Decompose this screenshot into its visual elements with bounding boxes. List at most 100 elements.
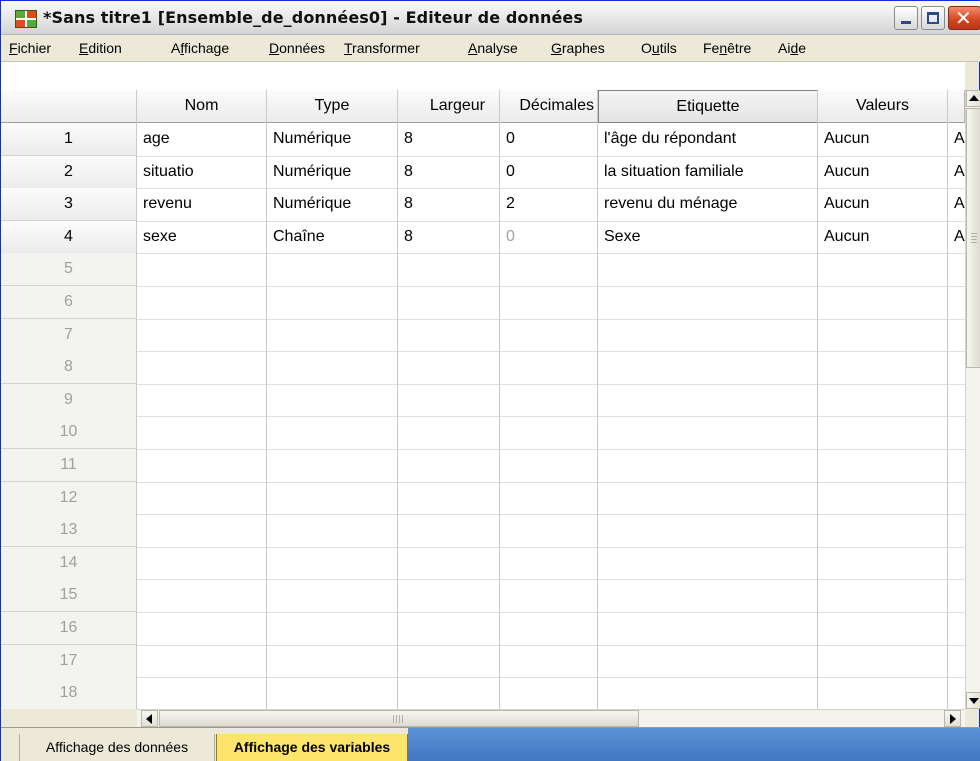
cell-valeurs[interactable]: Aucun xyxy=(818,221,948,254)
row-number[interactable]: 10 xyxy=(1,416,137,450)
menu-edition[interactable]: Edition xyxy=(79,40,122,56)
row-number[interactable]: 12 xyxy=(1,481,137,515)
row-divider xyxy=(1,286,965,287)
cell-type[interactable]: Numérique xyxy=(267,123,398,156)
tab-data-view[interactable]: Affichage des données xyxy=(19,734,215,761)
cell-largeur[interactable]: 8 xyxy=(398,123,500,156)
menu-fichier[interactable]: Fichier xyxy=(9,40,51,56)
column-divider xyxy=(817,90,818,709)
cell-manquant[interactable]: A xyxy=(948,123,965,156)
close-icon: ✕ xyxy=(955,6,972,30)
arrow-down-icon xyxy=(969,698,979,704)
column-divider xyxy=(947,90,948,709)
grip-icon xyxy=(971,233,977,243)
cell-manquant[interactable]: A xyxy=(948,221,965,254)
minimize-button[interactable] xyxy=(894,6,918,30)
scroll-corner xyxy=(1,709,137,727)
col-header-valeurs[interactable]: Valeurs xyxy=(818,90,948,123)
scroll-left-button[interactable] xyxy=(141,710,158,727)
menu-outils[interactable]: Outils xyxy=(641,40,677,56)
cell-manquant[interactable]: A xyxy=(948,156,965,189)
row-divider xyxy=(1,351,965,353)
close-button[interactable]: ✕ xyxy=(948,6,980,30)
cell-largeur[interactable]: 8 xyxy=(398,156,500,189)
menu-aide[interactable]: Aide xyxy=(778,40,806,56)
col-header-largeur[interactable]: Largeur xyxy=(398,90,500,123)
col-header-nom[interactable]: Nom xyxy=(137,90,267,123)
tab-bar-fill xyxy=(408,728,980,761)
row-number[interactable]: 2 xyxy=(1,155,137,189)
row-number[interactable]: 11 xyxy=(1,449,137,482)
cell-nom[interactable]: revenu xyxy=(137,188,267,221)
col-header-manquant[interactable] xyxy=(948,90,965,123)
row-divider xyxy=(1,677,965,679)
cell-valeurs[interactable]: Aucun xyxy=(818,156,948,189)
row-number[interactable]: 6 xyxy=(1,286,137,319)
row-divider xyxy=(1,416,965,418)
row-number[interactable]: 15 xyxy=(1,579,137,613)
scroll-up-button[interactable] xyxy=(966,90,980,107)
minimize-icon xyxy=(901,21,911,24)
cell-etiquette[interactable]: Sexe xyxy=(598,221,818,254)
maximize-icon xyxy=(927,12,939,24)
cell-decimales[interactable]: 0 xyxy=(500,123,598,156)
cell-largeur[interactable]: 8 xyxy=(398,221,500,254)
col-header-decimales[interactable]: Décimales xyxy=(500,90,598,123)
row-number[interactable]: 3 xyxy=(1,188,137,222)
cell-largeur[interactable]: 8 xyxy=(398,188,500,221)
row-number[interactable]: 8 xyxy=(1,351,137,385)
horizontal-scrollbar[interactable] xyxy=(137,709,965,727)
cell-valeurs[interactable]: Aucun xyxy=(818,188,948,221)
menu-graphes[interactable]: Graphes xyxy=(551,40,605,56)
title-bar[interactable]: *Sans titre1 [Ensemble_de_données0] - Ed… xyxy=(1,1,980,35)
tab-variable-view[interactable]: Affichage des variables xyxy=(216,734,408,761)
menu-analyse[interactable]: Analyse xyxy=(468,40,518,56)
maximize-button[interactable] xyxy=(921,6,945,30)
scroll-right-button[interactable] xyxy=(944,710,961,727)
row-number[interactable]: 16 xyxy=(1,612,137,645)
view-tab-bar: Affichage des données Affichage des vari… xyxy=(1,727,980,761)
row-number[interactable]: 4 xyxy=(1,220,137,254)
cell-etiquette[interactable]: la situation familiale xyxy=(598,156,818,189)
horizontal-scroll-thumb[interactable] xyxy=(159,710,639,727)
scroll-down-button[interactable] xyxy=(966,692,980,709)
window-title: *Sans titre1 [Ensemble_de_données0] - Ed… xyxy=(43,8,583,27)
row-number[interactable]: 18 xyxy=(1,677,137,711)
row-number[interactable]: 1 xyxy=(1,123,137,156)
cell-type[interactable]: Numérique xyxy=(267,188,398,221)
cell-etiquette[interactable]: l'âge du répondant xyxy=(598,123,818,156)
cell-valeurs[interactable]: Aucun xyxy=(818,123,948,156)
cell-manquant[interactable]: A xyxy=(948,188,965,221)
cell-type[interactable]: Chaîne xyxy=(267,221,398,254)
cell-type[interactable]: Numérique xyxy=(267,156,398,189)
row-number[interactable]: 9 xyxy=(1,383,137,417)
cell-nom[interactable]: sexe xyxy=(137,221,267,254)
menu-affichage[interactable]: Affichage xyxy=(171,40,229,56)
spss-app-icon[interactable] xyxy=(15,10,37,28)
menu-donnees[interactable]: Données xyxy=(269,40,325,56)
menu-fenetre[interactable]: Fenêtre xyxy=(703,40,751,56)
cell-etiquette[interactable]: revenu du ménage xyxy=(598,188,818,221)
row-number[interactable]: 5 xyxy=(1,253,137,287)
row-number[interactable]: 13 xyxy=(1,514,137,548)
vertical-scrollbar[interactable] xyxy=(965,90,980,709)
row-divider xyxy=(1,546,965,548)
col-header-type[interactable]: Type xyxy=(267,90,398,123)
row-number[interactable]: 7 xyxy=(1,318,137,352)
cell-decimales[interactable]: 2 xyxy=(500,188,598,221)
row-divider xyxy=(1,579,965,581)
row-number[interactable]: 14 xyxy=(1,546,137,580)
vertical-scroll-thumb[interactable] xyxy=(966,108,980,368)
cell-decimales[interactable]: 0 xyxy=(500,156,598,189)
cell-nom[interactable]: situatio xyxy=(137,156,267,189)
cell-decimales[interactable]: 0 xyxy=(500,221,598,254)
menu-transformer[interactable]: Transformer xyxy=(344,40,420,56)
menu-bar: Fichier Edition Affichage Données Transf… xyxy=(1,35,980,62)
column-divider xyxy=(499,90,500,709)
column-divider xyxy=(397,90,398,709)
cell-nom[interactable]: age xyxy=(137,123,267,156)
arrow-right-icon xyxy=(950,714,956,724)
row-number[interactable]: 17 xyxy=(1,644,137,678)
column-divider xyxy=(136,90,137,709)
col-header-etiquette[interactable]: Etiquette xyxy=(598,90,818,123)
